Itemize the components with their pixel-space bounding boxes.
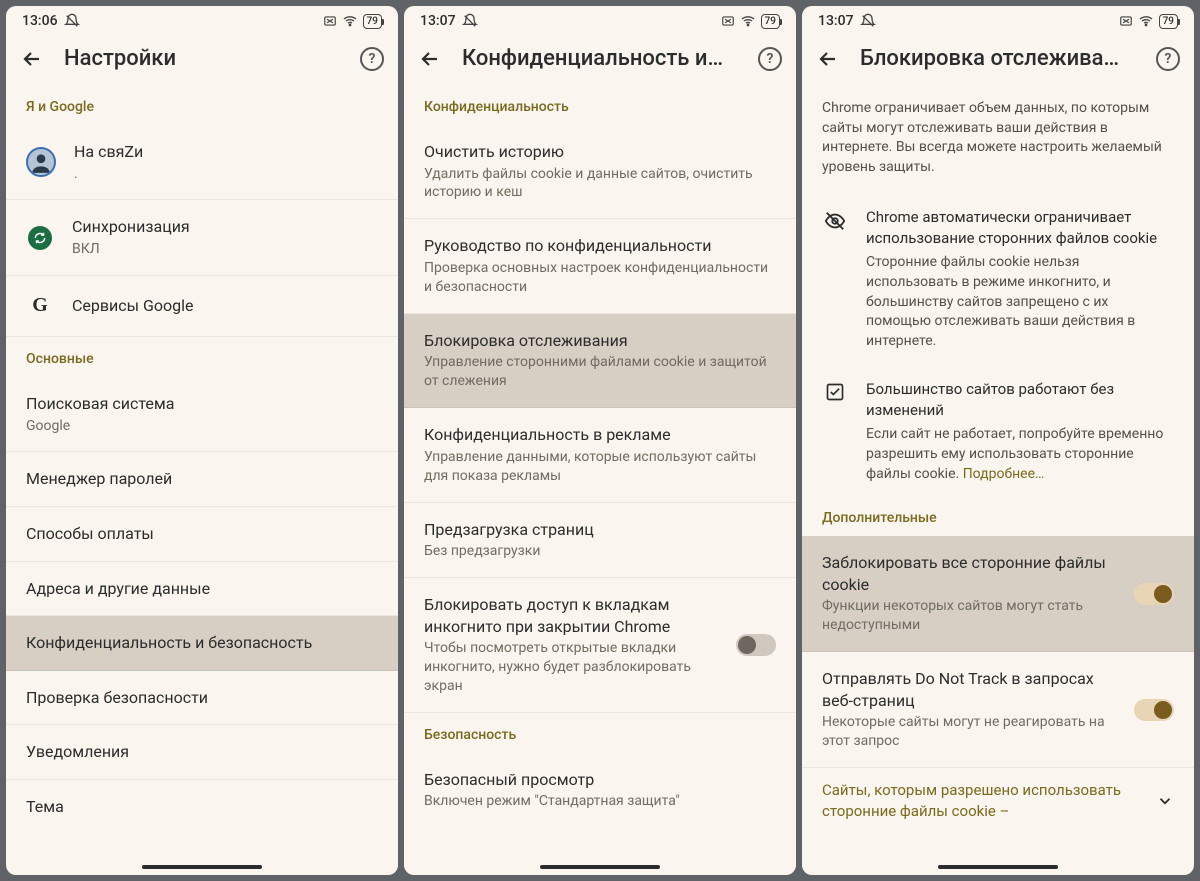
account-row[interactable]: На свяZи . xyxy=(6,125,398,200)
block-all-cookies-row[interactable]: Заблокировать все сторонние файлы cookie… xyxy=(802,536,1194,652)
allowed-sites-row[interactable]: Сайты, которым разрешено использовать ст… xyxy=(802,768,1194,850)
safety-check-row[interactable]: Проверка безопасности xyxy=(6,671,398,726)
account-sub: . xyxy=(74,165,378,184)
header: Конфиденциальность и… ? xyxy=(404,36,796,85)
home-indicator[interactable] xyxy=(938,865,1058,869)
wifi-icon xyxy=(1138,13,1154,29)
clock: 13:07 xyxy=(818,13,854,29)
incognito-lock-toggle[interactable] xyxy=(736,634,776,656)
page-title: Блокировка отслежива… xyxy=(860,46,1136,71)
privacy-security-row[interactable]: Конфиденциальность и безопасность xyxy=(6,616,398,671)
chevron-down-icon xyxy=(1156,792,1174,810)
avatar xyxy=(26,147,56,177)
feature-auto-limit-title: Chrome автоматически ограничивает исполь… xyxy=(866,207,1174,249)
battery-indicator: 79 xyxy=(363,14,382,29)
theme-row[interactable]: Тема xyxy=(6,780,398,834)
clear-history-row[interactable]: Очистить историю Удалить файлы cookie и … xyxy=(404,125,796,219)
help-button[interactable]: ? xyxy=(758,47,782,71)
wifi-icon xyxy=(740,13,756,29)
cast-icon xyxy=(1119,14,1133,28)
home-indicator[interactable] xyxy=(142,865,262,869)
notifications-row[interactable]: Уведомления xyxy=(6,725,398,780)
dnd-icon xyxy=(462,13,478,29)
feature-sites-work-title: Большинство сайтов работают без изменени… xyxy=(866,379,1174,421)
page-title: Конфиденциальность и… xyxy=(462,46,738,71)
home-indicator[interactable] xyxy=(540,865,660,869)
do-not-track-row[interactable]: Отправлять Do Not Track в запросах веб-с… xyxy=(802,652,1194,768)
section-security: Безопасность xyxy=(404,713,796,753)
privacy-guide-row[interactable]: Руководство по конфиденциальности Провер… xyxy=(404,219,796,313)
sync-title: Синхронизация xyxy=(72,216,378,238)
help-button[interactable]: ? xyxy=(360,47,384,71)
password-manager-row[interactable]: Менеджер паролей xyxy=(6,452,398,507)
clock: 13:06 xyxy=(22,13,58,29)
ad-privacy-row[interactable]: Конфиденциальность в рекламе Управление … xyxy=(404,408,796,502)
cast-icon xyxy=(323,14,337,28)
cast-icon xyxy=(721,14,735,28)
status-bar: 13:06 79 xyxy=(6,6,398,36)
section-me-and-google: Я и Google xyxy=(6,85,398,125)
feature-auto-limit-body: Сторонние файлы cookie нельзя использова… xyxy=(866,253,1174,351)
allowed-sites-label: Сайты, которым разрешено использовать ст… xyxy=(822,780,1146,822)
incognito-lock-row[interactable]: Блокировать доступ к вкладкам инкогнито … xyxy=(404,578,796,713)
back-button[interactable] xyxy=(418,47,442,71)
search-engine-sub: Google xyxy=(26,417,378,436)
sync-icon xyxy=(28,226,52,250)
account-name: На свяZи xyxy=(74,141,378,163)
preload-row[interactable]: Предзагрузка страниц Без предзагрузки xyxy=(404,503,796,578)
section-basics: Основные xyxy=(6,337,398,377)
search-engine-row[interactable]: Поисковая система Google xyxy=(6,377,398,452)
feature-sites-work-body: Если сайт не работает, попробуйте времен… xyxy=(866,425,1174,484)
back-button[interactable] xyxy=(20,47,44,71)
tracking-protection-row[interactable]: Блокировка отслеживания Управление сторо… xyxy=(404,314,796,408)
feature-auto-limit: Chrome автоматически ограничивает исполь… xyxy=(802,191,1194,363)
dnd-icon xyxy=(64,13,80,29)
checkbox-icon xyxy=(822,379,848,484)
help-button[interactable]: ? xyxy=(1156,47,1180,71)
privacy-screen: 13:07 79 Конфиденциальность и… ? Конфиде… xyxy=(404,6,796,875)
payments-row[interactable]: Способы оплаты xyxy=(6,507,398,562)
eye-off-icon xyxy=(822,207,848,351)
sync-sub: ВКЛ xyxy=(72,240,378,259)
back-button[interactable] xyxy=(816,47,840,71)
status-bar: 13:07 79 xyxy=(802,6,1194,36)
settings-screen: 13:06 79 Настройки ? Я и Google На свяZи… xyxy=(6,6,398,875)
addresses-row[interactable]: Адреса и другие данные xyxy=(6,562,398,617)
battery-indicator: 79 xyxy=(1159,14,1178,29)
safe-browsing-row[interactable]: Безопасный просмотр Включен режим "Станд… xyxy=(404,753,796,827)
feature-sites-work: Большинство сайтов работают без изменени… xyxy=(802,363,1194,496)
intro-text: Chrome ограничивает объем данных, по кот… xyxy=(802,85,1194,191)
battery-indicator: 79 xyxy=(761,14,780,29)
sync-row[interactable]: Синхронизация ВКЛ xyxy=(6,200,398,275)
do-not-track-toggle[interactable] xyxy=(1134,699,1174,721)
wifi-icon xyxy=(342,13,358,29)
block-all-cookies-toggle[interactable] xyxy=(1134,583,1174,605)
dnd-icon xyxy=(860,13,876,29)
header: Настройки ? xyxy=(6,36,398,85)
section-additional: Дополнительные xyxy=(802,496,1194,536)
search-engine-title: Поисковая система xyxy=(26,393,378,415)
tracking-protection-screen: 13:07 79 Блокировка отслежива… ? Chrome … xyxy=(802,6,1194,875)
status-bar: 13:07 79 xyxy=(404,6,796,36)
page-title: Настройки xyxy=(64,46,340,71)
clock: 13:07 xyxy=(420,13,456,29)
google-icon: G xyxy=(32,294,48,317)
google-services-row[interactable]: G Сервисы Google xyxy=(6,276,398,337)
header: Блокировка отслежива… ? xyxy=(802,36,1194,85)
learn-more-link[interactable]: Подробнее… xyxy=(963,466,1045,482)
section-privacy: Конфиденциальность xyxy=(404,85,796,125)
google-services-label: Сервисы Google xyxy=(72,295,378,317)
